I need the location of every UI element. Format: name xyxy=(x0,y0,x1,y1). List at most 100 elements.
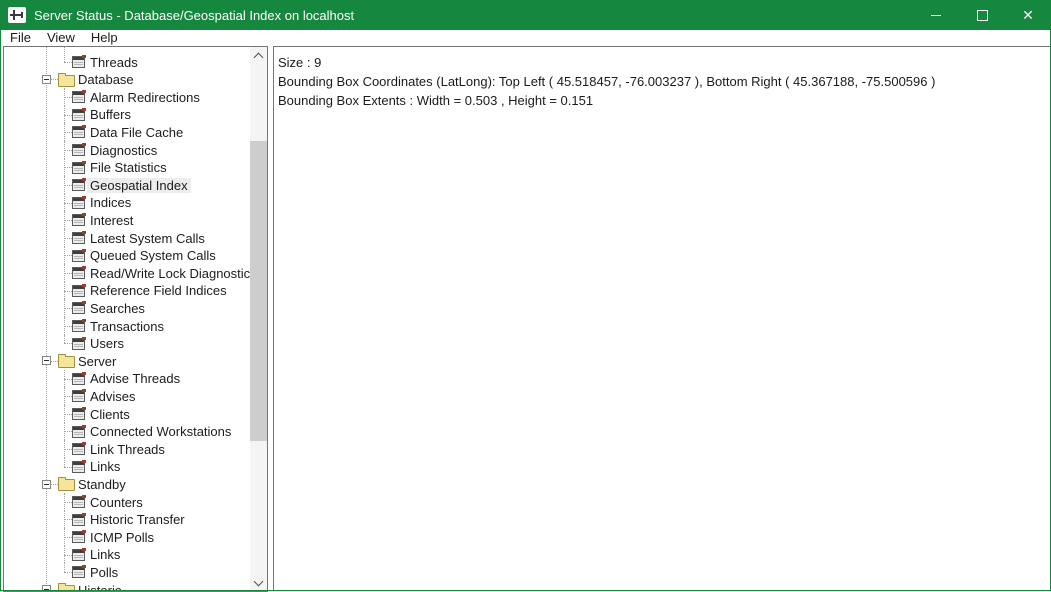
tree-connector xyxy=(64,132,72,133)
tree-item-label: Geospatial Index xyxy=(87,178,191,193)
report-icon xyxy=(72,91,85,103)
menu-file[interactable]: File xyxy=(2,30,39,46)
report-icon xyxy=(72,461,85,473)
tree-connector xyxy=(64,502,72,503)
tree-scrollbar[interactable] xyxy=(250,47,267,591)
maximize-button[interactable] xyxy=(959,0,1005,30)
folder-icon xyxy=(58,356,75,368)
tree-item-buffers[interactable]: Buffers xyxy=(4,106,250,124)
tree-item-label: Queued System Calls xyxy=(90,248,216,263)
tree-connector xyxy=(64,396,72,397)
expander-minus-icon[interactable] xyxy=(42,480,51,489)
report-icon xyxy=(72,443,85,455)
tree-item-indices[interactable]: Indices xyxy=(4,194,250,212)
tree-item-polls[interactable]: Polls xyxy=(4,563,250,581)
menu-help[interactable]: Help xyxy=(83,30,126,46)
tree-item-threads[interactable]: Threads xyxy=(4,53,250,71)
report-icon xyxy=(72,338,85,350)
report-icon xyxy=(72,285,85,297)
close-button[interactable]: ✕ xyxy=(1005,0,1051,30)
tree-item-file-statistics[interactable]: File Statistics xyxy=(4,159,250,177)
tree-item-label: Counters xyxy=(90,495,143,510)
tree-connector xyxy=(64,414,72,415)
tree-connector xyxy=(64,308,72,309)
tree-connector xyxy=(64,379,72,380)
tree-item-data-file-cache[interactable]: Data File Cache xyxy=(4,123,250,141)
tree-item-icmp-polls[interactable]: ICMP Polls xyxy=(4,528,250,546)
tree-connector xyxy=(64,115,72,116)
expander-minus-icon[interactable] xyxy=(42,356,51,365)
tree-connector xyxy=(64,326,72,327)
scroll-up-button[interactable] xyxy=(250,47,267,64)
report-icon xyxy=(72,126,85,138)
tree-item-label: File Statistics xyxy=(90,160,167,175)
report-icon xyxy=(72,179,85,191)
tree-item-latest-system-calls[interactable]: Latest System Calls xyxy=(4,229,250,247)
folder-icon xyxy=(58,479,75,491)
tree-item-label: Users xyxy=(90,336,124,351)
report-icon xyxy=(72,549,85,561)
expander-minus-icon[interactable] xyxy=(42,75,51,84)
tree-item-transactions[interactable]: Transactions xyxy=(4,317,250,335)
tree-item-links[interactable]: Links xyxy=(4,458,250,476)
tree-item-users[interactable]: Users xyxy=(4,335,250,353)
tree-connector xyxy=(64,220,72,221)
tree-connector xyxy=(51,484,58,485)
menu-view[interactable]: View xyxy=(39,30,83,46)
tree-item-alarm-redirections[interactable]: Alarm Redirections xyxy=(4,88,250,106)
tree-item-label: Standby xyxy=(78,477,126,492)
tree-connector xyxy=(64,458,65,467)
tree-connector xyxy=(64,203,72,204)
tree-item-label: Diagnostics xyxy=(90,143,157,158)
tree-connector xyxy=(64,431,72,432)
chevron-down-icon xyxy=(254,577,264,587)
tree-connector xyxy=(64,273,72,274)
minimize-button[interactable] xyxy=(913,0,959,30)
tree-item-connected-workstations[interactable]: Connected Workstations xyxy=(4,423,250,441)
report-icon xyxy=(72,531,85,543)
detail-bbox-coordinates-line: Bounding Box Coordinates (LatLong): Top … xyxy=(278,72,1045,91)
tree-item-diagnostics[interactable]: Diagnostics xyxy=(4,141,250,159)
folder-icon xyxy=(58,75,75,87)
tree-connector xyxy=(64,343,72,344)
tree-item-advises[interactable]: Advises xyxy=(4,387,250,405)
tree-item-historic[interactable]: Historic xyxy=(4,581,250,591)
tree-item-counters[interactable]: Counters xyxy=(4,493,250,511)
tree-item-label: Threads xyxy=(90,55,138,70)
tree-item-server[interactable]: Server xyxy=(4,352,250,370)
report-icon xyxy=(72,390,85,402)
tree-item-label: Links xyxy=(90,547,120,562)
tree-item-geospatial-index[interactable]: Geospatial Index xyxy=(4,176,250,194)
tree-item-label: Connected Workstations xyxy=(90,424,231,439)
tree-connector xyxy=(64,335,65,344)
scroll-down-button[interactable] xyxy=(250,574,267,591)
tree-item-searches[interactable]: Searches xyxy=(4,299,250,317)
tree-item-database[interactable]: Database xyxy=(4,71,250,89)
tree-item-read-write-lock-diagnostics[interactable]: Read/Write Lock Diagnostics xyxy=(4,264,250,282)
tree-item-label: Historic xyxy=(78,583,121,591)
report-icon xyxy=(72,408,85,420)
tree-item-interest[interactable]: Interest xyxy=(4,211,250,229)
expander-minus-icon[interactable] xyxy=(42,585,51,591)
tree-item-links[interactable]: Links xyxy=(4,546,250,564)
tree-item-historic-transfer[interactable]: Historic Transfer xyxy=(4,511,250,529)
tree-item-label: Buffers xyxy=(90,107,131,122)
tree-connector xyxy=(64,572,72,573)
tree-item-clients[interactable]: Clients xyxy=(4,405,250,423)
tree-item-label: Data File Cache xyxy=(90,125,183,140)
tree-item-advise-threads[interactable]: Advise Threads xyxy=(4,370,250,388)
report-icon xyxy=(72,373,85,385)
tree-item-label: Searches xyxy=(90,301,145,316)
tree-connector xyxy=(64,238,72,239)
scrollbar-thumb[interactable] xyxy=(250,141,267,441)
tree-item-reference-field-indices[interactable]: Reference Field Indices xyxy=(4,282,250,300)
tree-item-label: Latest System Calls xyxy=(90,231,205,246)
tree-item-standby[interactable]: Standby xyxy=(4,475,250,493)
tree-item-queued-system-calls[interactable]: Queued System Calls xyxy=(4,247,250,265)
app-icon xyxy=(8,7,26,23)
detail-bbox-extents-line: Bounding Box Extents : Width = 0.503 , H… xyxy=(278,91,1045,110)
maximize-icon xyxy=(977,10,988,21)
tree-connector xyxy=(64,62,72,63)
tree-item-link-threads[interactable]: Link Threads xyxy=(4,440,250,458)
tree-item-label: Clients xyxy=(90,407,130,422)
